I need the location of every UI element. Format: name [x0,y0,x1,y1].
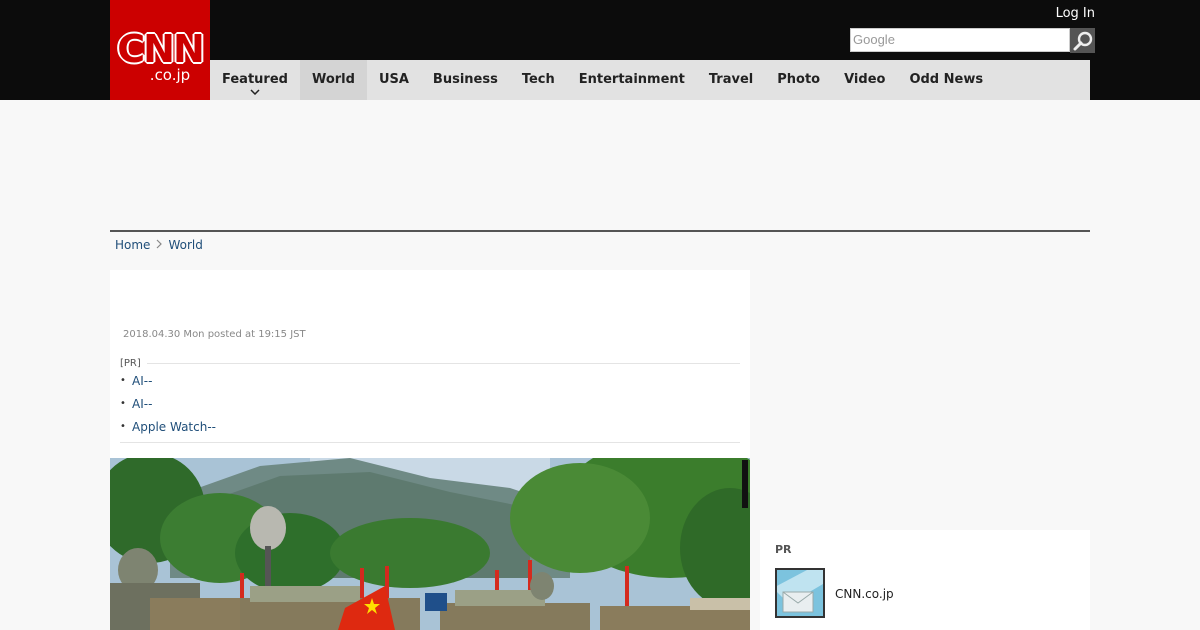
nav-item-photo[interactable]: Photo [765,60,832,100]
login-link[interactable]: Log In [1056,6,1095,21]
nav-item-entertainment[interactable]: Entertainment [567,60,697,100]
chevron-down-icon [250,88,260,98]
nav-item-tech[interactable]: Tech [510,60,567,100]
nav-item-label: Featured [222,72,288,87]
mail-icon[interactable] [775,568,825,618]
nav-item-label: USA [378,72,409,87]
nav-item-featured[interactable]: Featured [210,60,300,100]
article-photo [110,458,750,630]
search-icon [1073,31,1092,50]
chevron-right-icon [156,238,163,252]
breadcrumb-world-link[interactable]: World [168,238,202,252]
sidebar-pr-link[interactable]: CNN.co.jp [835,587,894,601]
nav-item-world[interactable]: World [299,60,367,100]
nav-item-label: Odd News [909,72,984,87]
article-card: 2018.04.30 Mon posted at 19:15 JST [PR] … [110,270,750,630]
pr-heading: [PR] [120,358,740,369]
sidebar-pr-box: PR CNN.co.jp [760,530,1090,630]
pr-list: • AI-- • AI-- • Apple Watch-- [120,373,740,442]
search-button[interactable] [1070,28,1095,53]
section-divider [110,230,1090,232]
nav-item-label: Video [844,72,886,87]
nav-item-label: Tech [521,72,555,87]
military-parade-image [110,458,750,630]
list-item: • AI-- [120,396,740,419]
nav-item-label: Business [432,72,498,87]
main-nav: Featured World USA Business Tech Enterta… [210,60,1090,100]
nav-item-label: Travel [708,72,754,87]
pr-divider [146,363,740,364]
pr-heading-label: [PR] [120,358,141,369]
nav-item-usa[interactable]: USA [367,60,421,100]
list-item: • AI-- [120,373,740,396]
nav-item-odd-news[interactable]: Odd News [897,60,995,100]
article-dateline: 2018.04.30 Mon posted at 19:15 JST [123,329,306,340]
pr-bottom-divider [120,442,740,443]
sidebar-pr-title: PR [775,543,792,556]
nav-item-business[interactable]: Business [421,60,510,100]
list-item: • Apple Watch-- [120,419,740,442]
cnn-logo[interactable]: CNN .co.jp [110,0,210,100]
breadcrumb: Home World [115,238,203,252]
search-input[interactable]: Google [850,28,1070,52]
bullet-icon: • [120,375,126,386]
nav-item-travel[interactable]: Travel [697,60,765,100]
pr-link[interactable]: Apple Watch-- [132,419,216,435]
nav-item-label: Entertainment [578,72,685,87]
bullet-icon: • [120,398,126,409]
logo-main-text: CNN [117,27,205,71]
pr-link[interactable]: AI-- [132,373,152,389]
pr-links-block: [PR] • AI-- • AI-- • Apple Watch-- [120,358,740,443]
nav-item-label: World [311,72,355,87]
nav-item-video[interactable]: Video [832,60,897,100]
ad-banner-space [110,100,1090,230]
nav-item-label: Photo [777,72,821,87]
site-header: CNN .co.jp Log In Google Featured World … [0,0,1200,100]
pr-link[interactable]: AI-- [132,396,152,412]
bullet-icon: • [120,421,126,432]
breadcrumb-home-link[interactable]: Home [115,238,150,252]
